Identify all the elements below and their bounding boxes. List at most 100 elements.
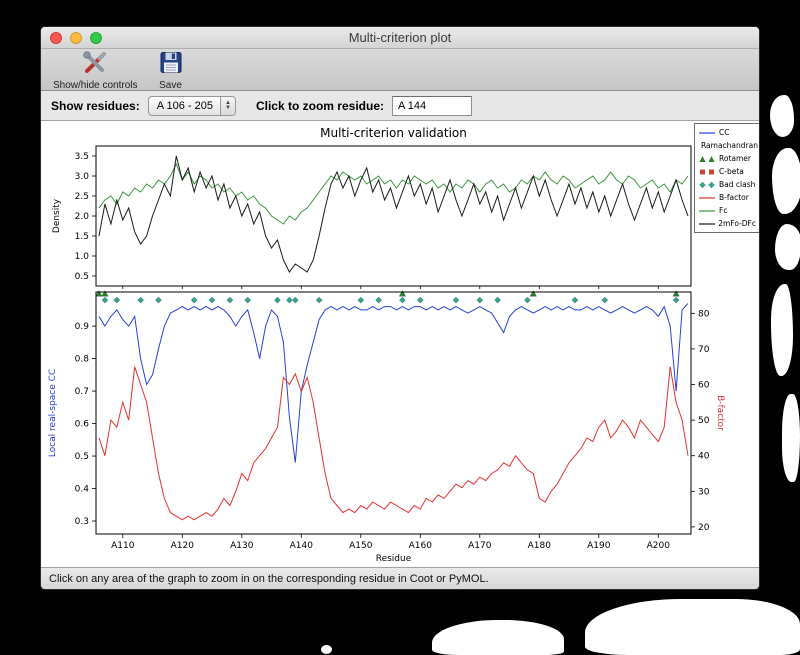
cc-ytick-label: 0.8 xyxy=(75,355,90,365)
bottom-plot-line-CC xyxy=(98,303,689,463)
marker-bad-clash xyxy=(416,296,424,304)
cc-ytick-label: 0.4 xyxy=(75,485,90,495)
marker-bad-clash xyxy=(315,296,323,304)
top-plot-line-Fc xyxy=(98,162,689,225)
bfactor-ytick-label: 80 xyxy=(698,309,710,319)
legend-entry-bad-clash: Bad clash xyxy=(698,179,756,190)
desktop-background: { "window": { "title": "Multi-criterion … xyxy=(0,0,800,655)
residue-range-value: A 106 - 205 xyxy=(156,99,213,112)
scan-artifact xyxy=(772,148,800,214)
top-ytick-label: 2.5 xyxy=(75,192,89,202)
legend-glyph-line xyxy=(699,222,715,225)
stepper-arrows-icon: ▲ ▼ xyxy=(219,96,235,115)
marker-bad-clash xyxy=(137,296,144,304)
close-button[interactable] xyxy=(50,31,62,44)
marker-bad-clash xyxy=(101,296,109,304)
title-bar[interactable]: Multi-criterion plot xyxy=(41,27,759,49)
marker-bad-clash xyxy=(375,296,382,304)
bfactor-ytick-label: 70 xyxy=(698,345,710,355)
bfactor-ytick-label: 40 xyxy=(698,452,710,462)
bfactor-ytick-label: 20 xyxy=(698,523,710,533)
legend-label: CC xyxy=(719,128,730,137)
marker-bad-clash xyxy=(672,296,680,304)
top-ytick-label: 3.0 xyxy=(75,172,90,182)
controls-bar: Show residues: A 106 - 205 ▲ ▼ Click to z… xyxy=(41,91,759,121)
legend-glyph-line xyxy=(699,131,715,134)
bfactor-ytick-label: 60 xyxy=(698,381,710,391)
top-ylabel: Density xyxy=(52,198,62,233)
top-ytick-label: 3.5 xyxy=(75,152,89,162)
save-label: Save xyxy=(159,80,182,91)
legend-label: B-factor xyxy=(719,193,749,202)
bottom-plot-line-B-factor xyxy=(98,366,689,521)
xtick-label: A110 xyxy=(111,541,135,551)
legend-entry-cc: CC xyxy=(698,127,756,138)
show-residues-label: Show residues: xyxy=(51,98,140,113)
legend-entry-b-factor: B-factor xyxy=(698,192,756,203)
zoom-window-button[interactable] xyxy=(90,31,102,44)
marker-bad-clash xyxy=(601,296,609,304)
legend-label: 2mFo-DFc xyxy=(718,219,756,228)
show-hide-controls-label: Show/hide controls xyxy=(53,80,138,91)
marker-rotamer xyxy=(398,290,406,297)
right-ylabel: B-factor xyxy=(715,395,725,431)
xtick-label: A170 xyxy=(468,541,492,551)
xtick-label: A150 xyxy=(349,541,373,551)
figure-canvas[interactable]: 0.5 1.0 1.5 2.0 2.5 3.0 3.5 Density 0.3 0.4 0.5 0.6… xyxy=(41,121,760,569)
scan-artifact xyxy=(770,95,794,137)
marker-bad-clash xyxy=(155,296,162,304)
scan-artifact xyxy=(782,394,800,482)
bottom-axes-border xyxy=(95,291,692,535)
window-title: Multi-criterion plot xyxy=(348,30,452,45)
legend-entry-rotamer: Rotamer xyxy=(698,153,756,164)
chart-legend: CC Ramachandran Rotamer C-beta Bad clash B-fa… xyxy=(694,123,759,233)
legend-label: Bad clash xyxy=(719,180,756,189)
legend-glyph-diamonds xyxy=(699,181,715,188)
show-hide-controls-button[interactable]: Show/hide controls xyxy=(53,51,138,91)
legend-entry-ramachandran: Ramachandran xyxy=(698,140,758,151)
marker-bad-clash xyxy=(399,296,406,304)
residue-range-select[interactable]: A 106 - 205 ▲ ▼ xyxy=(147,95,236,116)
xtick-label: A130 xyxy=(230,541,254,551)
marker-bad-clash xyxy=(476,296,484,304)
marker-bad-clash xyxy=(244,296,252,304)
bfactor-ytick-label: 50 xyxy=(698,416,710,426)
left-ylabel: Local real-space CC xyxy=(48,369,58,457)
legend-entry-c-beta: C-beta xyxy=(698,166,756,177)
scan-artifact xyxy=(771,284,793,376)
marker-bad-clash xyxy=(113,296,121,304)
marker-bad-clash xyxy=(524,296,531,304)
top-axes-border xyxy=(95,145,692,287)
cc-ytick-label: 0.5 xyxy=(75,452,89,462)
top-ytick-label: 2.0 xyxy=(75,212,90,222)
top-ytick-label: 0.5 xyxy=(75,272,89,282)
chart-title: Multi-criterion validation xyxy=(320,126,467,140)
legend-entry-2mfo-dfc: 2mFo-DFc xyxy=(698,218,756,229)
scan-artifact xyxy=(775,224,800,270)
legend-label: C-beta xyxy=(719,167,744,176)
status-bar: Click on any area of the graph to zoom i… xyxy=(41,567,759,589)
scan-artifact xyxy=(432,620,564,655)
marker-bad-clash xyxy=(190,296,198,304)
save-button[interactable]: Save xyxy=(158,51,184,91)
legend-glyph-line xyxy=(699,196,715,199)
marker-bad-clash xyxy=(274,296,281,304)
zoom-residue-label: Click to zoom residue: xyxy=(255,98,384,113)
zoom-residue-input[interactable] xyxy=(392,95,472,116)
top-ytick-label: 1.0 xyxy=(75,252,90,262)
marker-rotamer xyxy=(529,290,537,297)
marker-bad-clash xyxy=(226,296,234,304)
legend-glyph-line xyxy=(699,209,715,212)
xtick-label: A140 xyxy=(290,541,314,551)
xtick-label: A200 xyxy=(647,541,671,551)
marker-bad-clash xyxy=(286,296,293,304)
marker-rotamer xyxy=(101,290,109,297)
marker-bad-clash xyxy=(571,296,579,304)
plot-panel[interactable]: 0.5 1.0 1.5 2.0 2.5 3.0 3.5 Density 0.3 0.4 0.5 0.6… xyxy=(41,121,759,567)
minimize-button[interactable] xyxy=(70,31,82,44)
marker-bad-clash xyxy=(208,296,216,304)
traffic-lights xyxy=(50,27,102,48)
marker-bad-clash xyxy=(292,296,299,304)
cc-ytick-label: 0.3 xyxy=(75,517,89,527)
xtick-label: A190 xyxy=(587,541,611,551)
